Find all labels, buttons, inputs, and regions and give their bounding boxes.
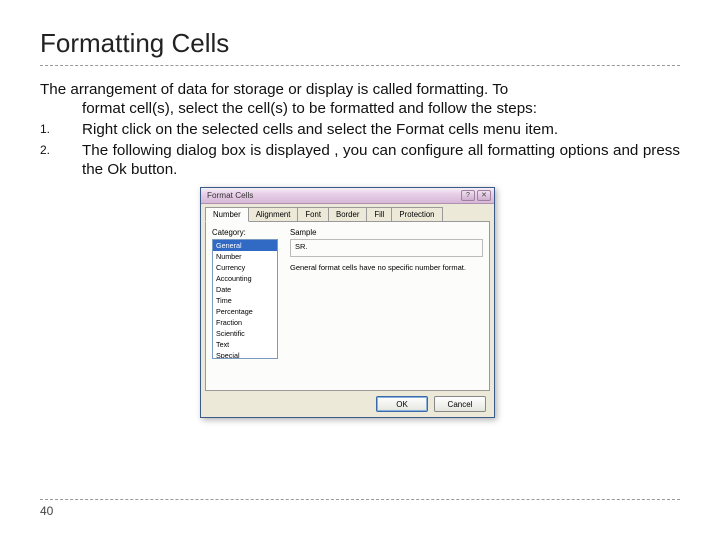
category-item-scientific[interactable]: Scientific [213, 328, 277, 339]
category-item-special[interactable]: Special [213, 350, 277, 359]
step-text: The following dialog box is displayed , … [82, 141, 680, 179]
category-item-percentage[interactable]: Percentage [213, 306, 277, 317]
footer-divider [40, 499, 680, 500]
step-number: 2. [40, 141, 82, 179]
category-list[interactable]: General Number Currency Accounting Date … [212, 239, 278, 359]
tab-protection[interactable]: Protection [391, 207, 442, 221]
slide-title: Formatting Cells [40, 28, 680, 59]
dialog-title: Format Cells [207, 191, 253, 200]
tab-font[interactable]: Font [297, 207, 329, 221]
help-button[interactable]: ? [461, 190, 475, 201]
category-item-accounting[interactable]: Accounting [213, 273, 277, 284]
category-item-currency[interactable]: Currency [213, 262, 277, 273]
category-item-general[interactable]: General [213, 240, 277, 251]
step-2: 2. The following dialog box is displayed… [40, 141, 680, 179]
category-item-date[interactable]: Date [213, 284, 277, 295]
title-divider [40, 65, 680, 66]
tab-number[interactable]: Number [205, 207, 249, 222]
intro-line-1: The arrangement of data for storage or d… [40, 80, 680, 99]
dialog-titlebar[interactable]: Format Cells ? ✕ [201, 188, 494, 204]
cancel-button[interactable]: Cancel [434, 396, 486, 412]
step-number: 1. [40, 120, 82, 139]
category-item-number[interactable]: Number [213, 251, 277, 262]
tab-panel: Category: General Number Currency Accoun… [205, 221, 490, 391]
close-button[interactable]: ✕ [477, 190, 491, 201]
category-item-fraction[interactable]: Fraction [213, 317, 277, 328]
step-text: Right click on the selected cells and se… [82, 120, 680, 139]
tab-alignment[interactable]: Alignment [248, 207, 299, 221]
ok-button[interactable]: OK [376, 396, 428, 412]
intro-text: The arrangement of data for storage or d… [40, 80, 680, 118]
step-1: 1. Right click on the selected cells and… [40, 120, 680, 139]
sample-label: Sample [290, 228, 483, 237]
category-item-text[interactable]: Text [213, 339, 277, 350]
tab-fill[interactable]: Fill [366, 207, 392, 221]
tab-border[interactable]: Border [328, 207, 367, 221]
intro-line-2: format cell(s), select the cell(s) to be… [40, 99, 680, 118]
format-cells-dialog: Format Cells ? ✕ Number Alignment Font B… [200, 187, 495, 418]
category-item-time[interactable]: Time [213, 295, 277, 306]
sample-box: SR. [290, 239, 483, 257]
page-number: 40 [40, 504, 680, 518]
dialog-tabs: Number Alignment Font Border Fill Protec… [201, 204, 494, 221]
sample-note: General format cells have no specific nu… [290, 263, 483, 272]
